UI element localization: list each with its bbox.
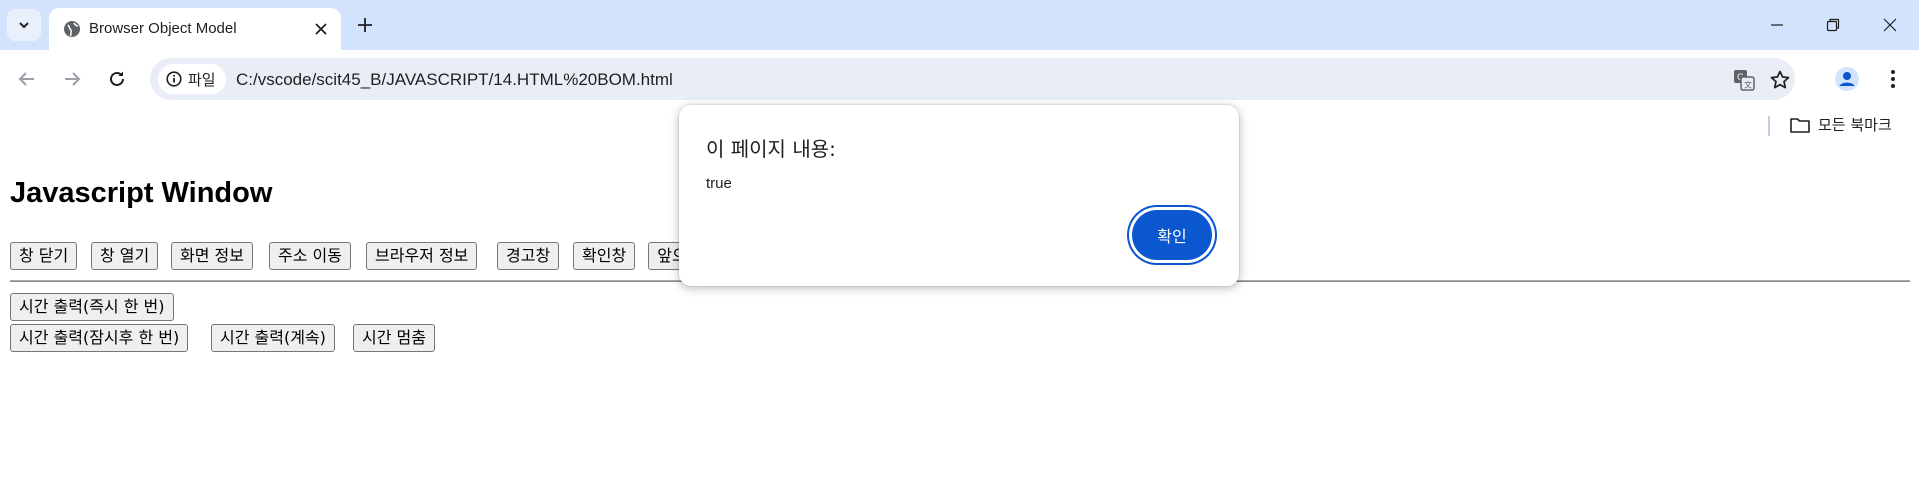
restore-button[interactable] [1818,10,1848,40]
restore-icon [1826,18,1840,32]
screen-info-btn[interactable]: 화면 정보 [171,242,253,270]
open-window-btn[interactable]: 창 열기 [91,242,159,270]
alert-btn[interactable]: 경고창 [497,242,560,270]
translate-button[interactable]: G 文 [1732,68,1756,92]
browser-tab[interactable]: Browser Object Model [49,8,341,50]
tab-close-button[interactable] [311,19,331,39]
close-window-button[interactable] [1875,10,1905,40]
star-icon [1770,70,1790,89]
profile-button[interactable] [1832,64,1862,94]
arrow-right-icon [65,72,81,86]
arrow-left-icon [18,72,34,86]
bookmark-star-button[interactable] [1768,68,1792,92]
navigate-address-btn[interactable]: 주소 이동 [269,242,351,270]
close-icon [315,23,327,35]
close-icon [1883,18,1897,32]
reload-button[interactable] [100,62,134,96]
site-chip-label: 파일 [188,70,216,89]
folder-icon [1790,117,1810,133]
reload-icon [110,71,124,86]
time-stop-btn[interactable]: 시간 멈춤 [353,324,435,352]
svg-text:文: 文 [1744,80,1752,90]
forward-button[interactable] [55,62,89,96]
address-bar[interactable]: 파일 C:/vscode/scit45_B/JAVASCRIPT/14.HTML… [150,58,1795,100]
dialog-title: 이 페이지 내용: [706,137,836,161]
all-bookmarks-label: 모든 북마크 [1818,116,1892,134]
tab-strip: Browser Object Model [0,0,1919,50]
url-text[interactable]: C:/vscode/scit45_B/JAVASCRIPT/14.HTML%20… [236,70,673,90]
dialog-message: true [706,175,732,192]
minimize-icon [1771,24,1783,26]
new-tab-button[interactable] [352,12,378,38]
page-title: Javascript Window [10,177,273,209]
alert-dialog: 이 페이지 내용: true 확인 [679,105,1239,286]
browser-info-btn[interactable]: 브라우저 정보 [366,242,478,270]
tab-search-button[interactable] [7,9,41,41]
site-info-chip[interactable]: 파일 [158,64,226,94]
avatar-icon [1835,67,1859,91]
info-icon [166,71,182,87]
chevron-down-icon [19,22,29,29]
all-bookmarks-button[interactable]: 모든 북마크 [1790,114,1892,135]
time-repeat-btn[interactable]: 시간 출력(계속) [211,324,335,352]
bookmarks-divider [1768,116,1770,136]
menu-button[interactable] [1878,64,1908,94]
tab-title: Browser Object Model [89,20,237,37]
kebab-menu-icon [1891,70,1895,88]
dialog-ok-button[interactable]: 확인 [1132,210,1212,260]
time-once-delay-btn[interactable]: 시간 출력(잠시후 한 번) [10,324,189,352]
close-window-btn[interactable]: 창 닫기 [10,242,78,270]
browser-toolbar: 파일 C:/vscode/scit45_B/JAVASCRIPT/14.HTML… [0,50,1919,108]
time-once-now-btn[interactable]: 시간 출력(즉시 한 번) [10,293,174,321]
minimize-button[interactable] [1762,10,1792,40]
globe-icon [64,21,80,37]
plus-icon [358,18,372,32]
back-button[interactable] [10,62,44,96]
confirm-btn[interactable]: 확인창 [573,242,636,270]
translate-icon: G 文 [1734,70,1755,91]
